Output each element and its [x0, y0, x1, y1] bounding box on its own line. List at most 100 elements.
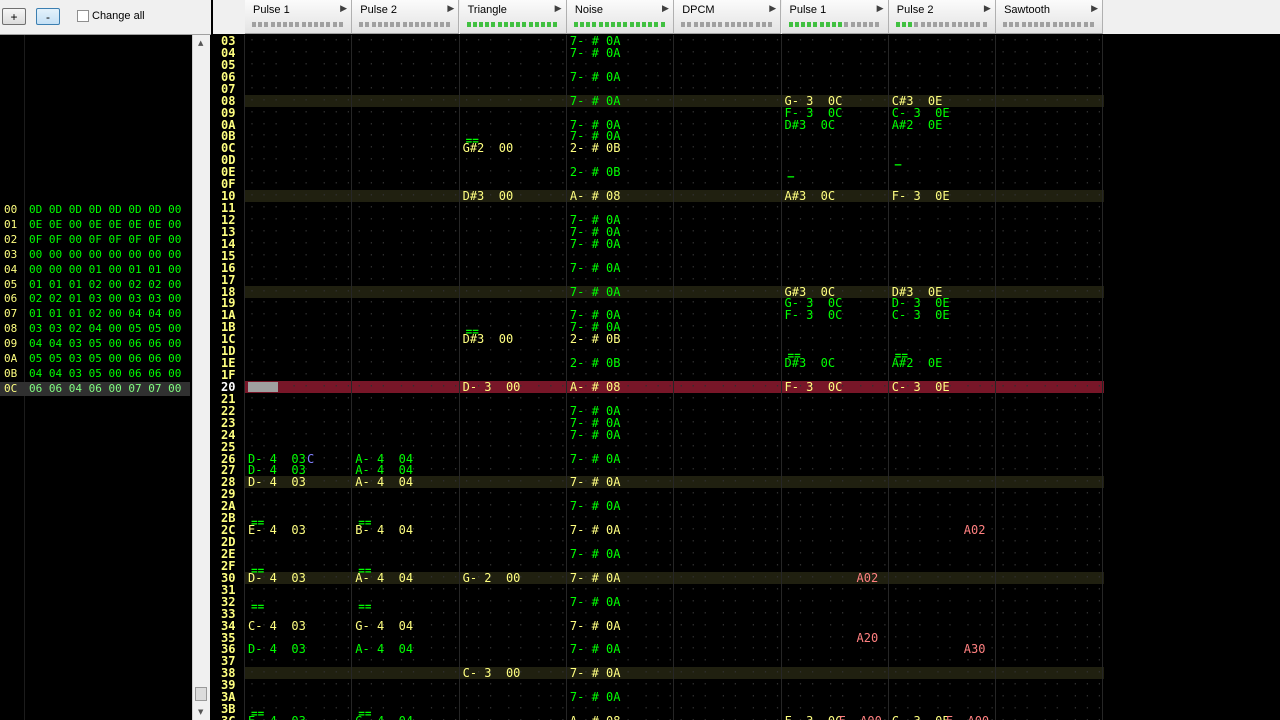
empty-cell[interactable]: · · · · · · · · [893, 548, 995, 560]
frame-list-scrollbar[interactable]: ▲ ▼ [192, 35, 210, 720]
empty-cell[interactable]: · · · · · · · · [1000, 154, 1102, 166]
empty-cell[interactable]: · · · · · · · · [893, 35, 995, 47]
empty-cell[interactable]: · · · · · · · · [893, 464, 995, 476]
empty-cell[interactable]: · · · · · · · · [678, 71, 780, 83]
note-cell[interactable]: 7- # 0A [570, 476, 621, 488]
empty-cell[interactable]: · · · · · · · · [464, 286, 566, 298]
empty-cell[interactable]: · · · · · · · · [786, 643, 888, 655]
note-cell[interactable]: A- # 08 [570, 715, 621, 720]
frame-pattern-values[interactable]: 04 04 03 05 00 06 06 00 [29, 367, 181, 381]
empty-cell[interactable]: · · · · · · · · [678, 608, 780, 620]
frame-row[interactable]: 02 0F 0F 00 0F 0F 0F 0F 00 [0, 233, 190, 247]
empty-cell[interactable]: · · · · · · · · [464, 274, 566, 286]
note-cell[interactable]: 7- # 0A [570, 524, 621, 536]
empty-cell[interactable]: · · · · · · · · [678, 405, 780, 417]
empty-cell[interactable]: · · · · · · · · [356, 321, 458, 333]
empty-cell[interactable]: · · · · · · · · [356, 369, 458, 381]
empty-cell[interactable]: · · · · · · · · [1000, 632, 1102, 644]
empty-cell[interactable]: · · · · · · · · [786, 453, 888, 465]
frame-pattern-values[interactable]: 0F 0F 00 0F 0F 0F 0F 00 [29, 233, 181, 247]
empty-cell[interactable]: · · · · · · · · [249, 202, 351, 214]
empty-cell[interactable]: · · · · · · · · [786, 333, 888, 345]
pattern-grid[interactable]: 03 · · · · · · · · · · · · · · · · · · · · … [213, 35, 1104, 720]
empty-cell[interactable]: · · · · · · · · [786, 71, 888, 83]
empty-cell[interactable]: · · · · · · · · [678, 584, 780, 596]
empty-cell[interactable]: · · · · · · · · [893, 584, 995, 596]
empty-cell[interactable]: · · · · · · · · [786, 441, 888, 453]
empty-cell[interactable]: · · · · · · · · [893, 405, 995, 417]
empty-cell[interactable]: · · · · · · · · [571, 250, 673, 262]
empty-cell[interactable]: · · · · · · · · [1000, 548, 1102, 560]
empty-cell[interactable]: · · · · · · · · [356, 214, 458, 226]
empty-cell[interactable]: · · · · · · · · [249, 321, 351, 333]
empty-cell[interactable]: · · · · · · · · [464, 500, 566, 512]
note-cell[interactable]: C- 3 0E [892, 381, 950, 393]
note-cell[interactable]: F- 3 0C [785, 107, 843, 119]
empty-cell[interactable]: · · · · · · · · [1000, 226, 1102, 238]
empty-cell[interactable]: · · · · · · · · [356, 202, 458, 214]
empty-cell[interactable]: · · · · · · · · [249, 536, 351, 548]
empty-cell[interactable]: · · · · · · · · [1000, 250, 1102, 262]
empty-cell[interactable]: · · · · · · · · [249, 679, 351, 691]
note-cell[interactable]: F- 3 0C [785, 381, 843, 393]
note-cell[interactable]: 7- # 0A [570, 262, 621, 274]
empty-cell[interactable]: · · · · · · · · [678, 476, 780, 488]
pattern-editor[interactable]: Pulse 1 ▶ Pulse 2 ▶ Triangle ▶ Noise ▶ DPCM ▶ Puls… [213, 0, 1280, 720]
empty-cell[interactable]: · · · · · · · · [786, 405, 888, 417]
effect-command[interactable]: F A00 [839, 715, 882, 720]
empty-cell[interactable]: · · · · · · · · [786, 47, 888, 59]
empty-cell[interactable]: · · · · · · · · [464, 632, 566, 644]
empty-cell[interactable]: · · · · · · · · [678, 214, 780, 226]
empty-cell[interactable]: · · · · · · · · [678, 643, 780, 655]
note-cell[interactable]: A- 4 04 [355, 476, 413, 488]
channel-expand-icon[interactable]: ▶ [662, 4, 669, 14]
empty-cell[interactable]: · · · · · · · · [464, 202, 566, 214]
empty-cell[interactable]: · · · · · · · · [464, 95, 566, 107]
empty-cell[interactable]: · · · · · · · · [249, 286, 351, 298]
note-cell[interactable]: A#2 0E [892, 119, 943, 131]
empty-cell[interactable]: · · · · · · · · [1000, 178, 1102, 190]
empty-cell[interactable]: · · · · · · · · [893, 608, 995, 620]
empty-cell[interactable]: · · · · · · · · [1000, 441, 1102, 453]
empty-cell[interactable]: · · · · · · · · [678, 142, 780, 154]
empty-cell[interactable]: · · · · · · · · [249, 691, 351, 703]
frame-row[interactable]: 09 04 04 03 05 00 06 06 00 [0, 337, 190, 351]
empty-cell[interactable]: · · · · · · · · [893, 71, 995, 83]
note-cell[interactable]: 2- # 0B [570, 166, 621, 178]
empty-cell[interactable]: · · · · · · · · [464, 715, 566, 720]
empty-cell[interactable]: · · · · · · · · [1000, 59, 1102, 71]
empty-cell[interactable]: · · · · · · · · [249, 441, 351, 453]
empty-cell[interactable]: · · · · · · · · [356, 679, 458, 691]
empty-cell[interactable]: · · · · · · · · [356, 500, 458, 512]
channel-header-1[interactable]: Pulse 1 ▶ [245, 0, 352, 34]
note-cell[interactable]: 7- # 0A [570, 572, 621, 584]
empty-cell[interactable]: · · · · · · · · [464, 476, 566, 488]
empty-cell[interactable]: · · · · · · · · [786, 238, 888, 250]
frame-row[interactable]: 08 03 03 02 04 00 05 05 00 [0, 322, 190, 336]
empty-cell[interactable]: · · · · · · · · [678, 238, 780, 250]
empty-cell[interactable]: · · · · · · · · [786, 59, 888, 71]
empty-cell[interactable]: · · · · · · · · [249, 71, 351, 83]
empty-cell[interactable]: · · · · · · · · [678, 667, 780, 679]
empty-cell[interactable]: · · · · · · · · [249, 107, 351, 119]
channel-expand-icon[interactable]: ▶ [1091, 4, 1098, 14]
empty-cell[interactable]: · · · · · · · · [678, 703, 780, 715]
frame-pattern-values[interactable]: 00 00 00 00 00 00 00 00 [29, 248, 181, 262]
empty-cell[interactable]: · · · · · · · · [893, 655, 995, 667]
empty-cell[interactable]: · · · · · · · · [249, 190, 351, 202]
empty-cell[interactable]: · · · · · · · · [678, 297, 780, 309]
empty-cell[interactable]: · · · · · · · · [464, 703, 566, 715]
empty-cell[interactable]: · · · · · · · · [1000, 476, 1102, 488]
empty-cell[interactable]: · · · · · · · · [356, 536, 458, 548]
empty-cell[interactable]: · · · · · · · · [249, 154, 351, 166]
empty-cell[interactable]: · · · · · · · · [1000, 691, 1102, 703]
empty-cell[interactable]: · · · · · · · · [678, 369, 780, 381]
empty-cell[interactable]: · · · · · · · · [1000, 667, 1102, 679]
empty-cell[interactable]: · · · · · · · · [786, 393, 888, 405]
empty-cell[interactable]: · · · · · · · · [1000, 142, 1102, 154]
empty-cell[interactable]: · · · · · · · · [356, 262, 458, 274]
empty-cell[interactable]: · · · · · · · · [893, 333, 995, 345]
empty-cell[interactable]: · · · · · · · · [678, 560, 780, 572]
empty-cell[interactable]: · · · · · · · · [678, 620, 780, 632]
note-cell[interactable]: G- 2 00 [463, 572, 521, 584]
